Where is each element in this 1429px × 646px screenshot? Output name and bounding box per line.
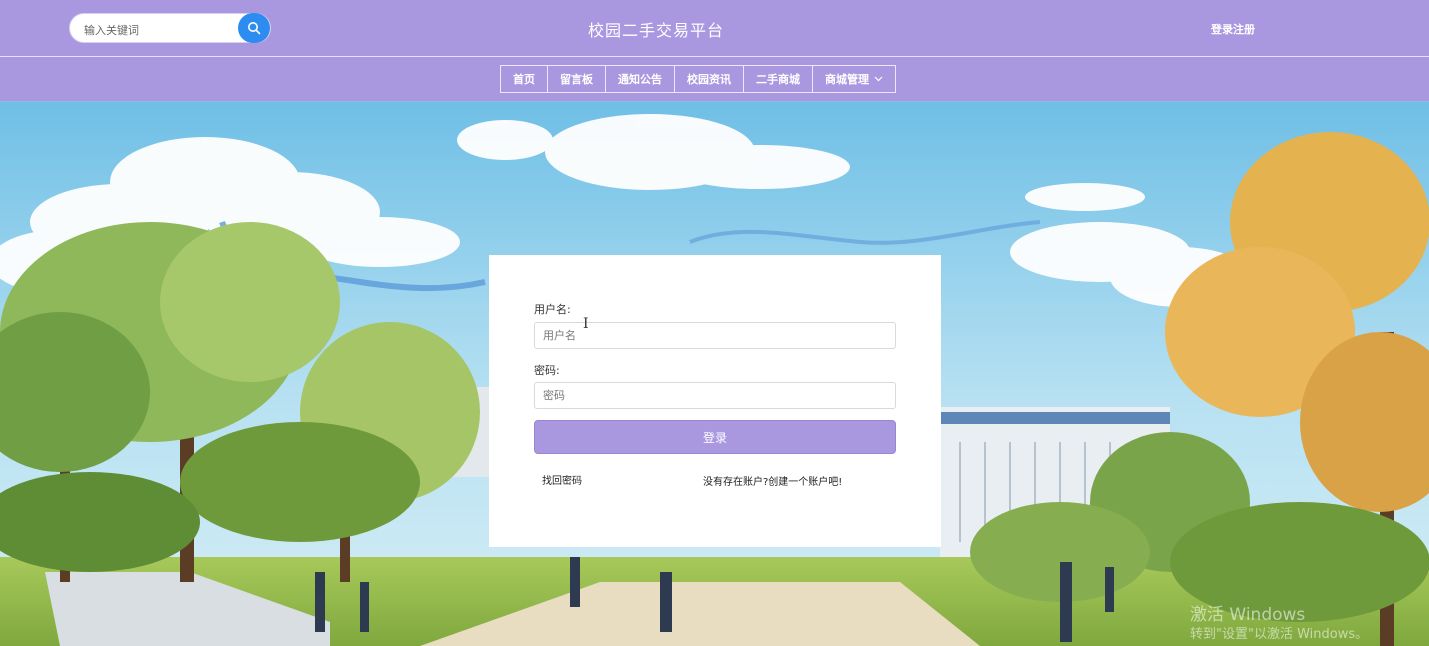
search-icon [248, 22, 261, 35]
text-cursor-icon: I [583, 316, 589, 332]
login-panel: 用户名: 密码: 登录 找回密码 没有存在账户?创建一个账户吧! [489, 255, 941, 547]
nav-item-campus-news[interactable]: 校园资讯 [674, 65, 744, 93]
password-input[interactable] [534, 382, 896, 409]
password-label: 密码: [534, 364, 560, 377]
login-button[interactable]: 登录 [534, 420, 896, 454]
search-input[interactable] [82, 20, 236, 40]
nav-item-mall-management[interactable]: 商城管理 [812, 65, 896, 93]
search-button[interactable] [238, 13, 270, 43]
nav-item-message-board[interactable]: 留言板 [547, 65, 606, 93]
nav-item-label: 二手商城 [756, 73, 800, 86]
chevron-down-icon [874, 76, 883, 82]
nav-item-label: 商城管理 [825, 73, 869, 86]
main-nav: 首页 留言板 通知公告 校园资讯 二手商城 商城管理 [500, 65, 896, 93]
forgot-password-link[interactable]: 找回密码 [542, 472, 582, 487]
nav-bar: 首页 留言板 通知公告 校园资讯 二手商城 商城管理 [0, 57, 1429, 101]
search-box [69, 13, 271, 43]
top-header: 校园二手交易平台 登录注册 [0, 0, 1429, 57]
login-register-link[interactable]: 登录注册 [1190, 21, 1276, 37]
username-label: 用户名: [534, 303, 571, 316]
nav-item-secondhand-mall[interactable]: 二手商城 [743, 65, 813, 93]
nav-item-home[interactable]: 首页 [500, 65, 548, 93]
nav-item-notices[interactable]: 通知公告 [605, 65, 675, 93]
windows-activation-watermark: 激活 Windows [1190, 605, 1306, 625]
nav-item-label: 留言板 [560, 73, 593, 86]
site-title: 校园二手交易平台 [587, 21, 724, 40]
nav-item-label: 首页 [513, 73, 535, 86]
nav-item-label: 通知公告 [618, 73, 662, 86]
nav-item-label: 校园资讯 [687, 73, 731, 86]
register-link[interactable]: 没有存在账户?创建一个账户吧! [703, 473, 842, 488]
windows-activation-hint: 转到"设置"以激活 Windows。 [1190, 627, 1369, 642]
